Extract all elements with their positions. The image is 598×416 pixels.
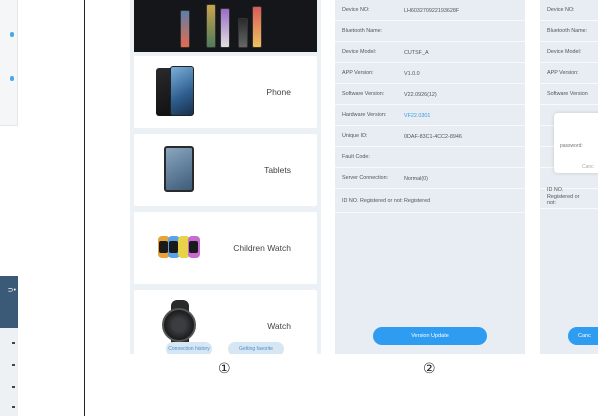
marker-icon (12, 364, 15, 366)
banner-phone-image (238, 18, 248, 48)
info-key: Software Version (547, 91, 588, 98)
left-cropped-panel: ⊃• (0, 0, 84, 416)
cancel-button[interactable]: Canc (582, 164, 594, 170)
category-tablets[interactable]: Tablets (134, 134, 317, 206)
info-key: ID NO. Registered or not: (342, 197, 403, 204)
password-dialog: password: Canc (554, 113, 598, 173)
dot-icon (10, 32, 14, 37)
info-row: ID NO. Registered or not: (540, 185, 598, 209)
banner-phone-image (180, 10, 190, 48)
info-key: Device NO: (342, 7, 370, 14)
info-key: APP Version: (342, 70, 374, 77)
cropped-menu-panel: ⊃• (0, 276, 18, 416)
info-key: ID NO. Registered or not: (547, 187, 580, 207)
marker-icon (12, 406, 15, 408)
version-update-button[interactable]: Version Update (373, 327, 487, 345)
info-key: Hardware Version: (342, 112, 387, 119)
info-value: Normal(0) (404, 175, 428, 182)
info-key: Software Version: (342, 91, 385, 98)
tablet-image (164, 146, 194, 192)
device-info-password-screen: Device NO: Bluetooth Name: Device Model:… (540, 0, 598, 354)
info-row: APP Version: (540, 63, 598, 84)
hero-banner-image (134, 0, 317, 52)
category-children-watch[interactable]: Children Watch (134, 212, 317, 284)
arrow-icon: ⊃• (7, 287, 16, 294)
step-marker-1: ① (218, 361, 231, 377)
category-watch[interactable]: Watch (134, 290, 317, 354)
info-key: Fault Code: (342, 154, 370, 161)
category-label: Tablets (264, 165, 291, 175)
category-label: Children Watch (233, 243, 291, 253)
info-key: Unique ID: (342, 133, 368, 140)
info-key: Device NO: (547, 7, 575, 14)
banner-phone-image (220, 8, 230, 48)
info-row-hardware-version[interactable]: Hardware Version: VF22.0301 (335, 105, 525, 126)
info-value: CUTSF_A (404, 49, 429, 56)
device-category-screen: Phone Tablets Children Watch Watch Conne… (130, 0, 321, 354)
info-row-unique-id: Unique ID: 0DAF-83C1-4CC2-8946 (335, 126, 525, 147)
info-row: Device Model: (540, 42, 598, 63)
info-value: 0DAF-83C1-4CC2-8946 (404, 133, 462, 140)
info-row: Software Version (540, 84, 598, 105)
dot-icon (10, 76, 14, 81)
info-key: APP Version: (547, 70, 579, 77)
info-value: V1.0.0 (404, 70, 420, 77)
info-row-software-version: Software Version: V22.0926(12) (335, 84, 525, 105)
info-row-device-model: Device Model: CUTSF_A (335, 42, 525, 63)
info-row-server-connection: Server Connection: Normal(0) (335, 168, 525, 189)
info-value: LH603270922193628F (404, 7, 460, 14)
info-row-bluetooth-name: Bluetooth Name: (335, 21, 525, 42)
cropped-list-panel (0, 0, 18, 126)
password-label: password: (560, 143, 583, 149)
vertical-divider (84, 0, 85, 416)
info-row-fault-code: Fault Code: (335, 147, 525, 168)
step-marker-2: ② (423, 361, 436, 377)
info-row-device-no: Device NO: LH603270922193628F (335, 0, 525, 21)
info-key: Server Connection: (342, 175, 389, 182)
connection-history-button[interactable]: Connection history (166, 342, 212, 354)
device-info-screen: Device NO: LH603270922193628F Bluetooth … (335, 0, 525, 354)
category-phone[interactable]: Phone (134, 56, 317, 128)
cancel-pill-button[interactable]: Canc (568, 327, 598, 345)
category-label: Phone (266, 87, 291, 97)
info-key: Device Model: (342, 49, 377, 56)
cropped-header: ⊃• (0, 276, 18, 328)
getting-favorite-button[interactable]: Getting favorite (228, 342, 284, 354)
marker-icon (12, 386, 15, 388)
info-row-app-version: APP Version: V1.0.0 (335, 63, 525, 84)
info-row: Device NO: (540, 0, 598, 21)
info-key: Device Model: (547, 49, 582, 56)
info-value: V22.0926(12) (404, 91, 437, 98)
phone-image (156, 66, 196, 118)
info-key: Bluetooth Name: (342, 28, 383, 35)
banner-phone-image (206, 4, 216, 48)
children-watch-image (158, 232, 204, 262)
info-value: Registered (404, 198, 431, 204)
hardware-version-link[interactable]: VF22.0301 (404, 105, 430, 126)
marker-icon (12, 342, 15, 344)
info-row-id-registered: ID NO. Registered or not: Registered (335, 189, 525, 213)
info-key: Bluetooth Name: (547, 28, 588, 35)
info-row: Bluetooth Name: (540, 21, 598, 42)
banner-phone-image (252, 6, 262, 48)
